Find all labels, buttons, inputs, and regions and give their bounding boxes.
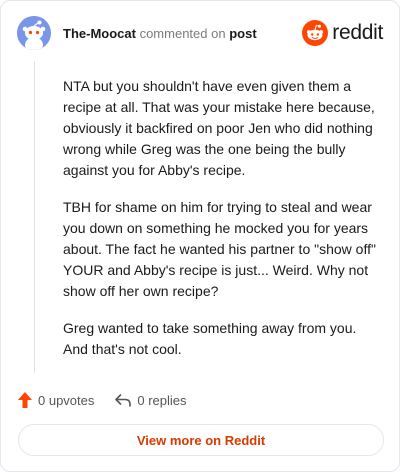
- view-more-button[interactable]: View more on Reddit: [18, 424, 384, 456]
- reply-count: 0 replies: [137, 392, 187, 408]
- reddit-wordmark: reddit: [332, 21, 383, 44]
- reply-button[interactable]: 0 replies: [114, 392, 187, 408]
- author-name[interactable]: The-Moocat: [63, 26, 136, 41]
- upvote-button[interactable]: 0 upvotes: [17, 391, 94, 409]
- comment-actions: 0 upvotes 0 replies: [17, 389, 187, 411]
- comment-paragraph: NTA but you shouldn't have even given th…: [63, 78, 375, 178]
- comment-header: The-Moocat commented on post reddit: [17, 16, 383, 52]
- upvote-arrow-icon: [18, 392, 32, 408]
- embedded-comment-card: The-Moocat commented on post reddit NTA …: [0, 0, 400, 472]
- reddit-snoo-icon: [302, 20, 329, 46]
- byline-verb: commented on: [139, 26, 226, 41]
- comment-byline: The-Moocat commented on post: [63, 26, 257, 41]
- snoo-avatar-icon[interactable]: [17, 16, 51, 50]
- comment-paragraph: TBH for shame on him for trying to steal…: [63, 199, 376, 299]
- thread-line: [34, 61, 35, 373]
- reply-arrow-icon: [115, 394, 132, 407]
- upvote-count: 0 upvotes: [38, 392, 95, 408]
- reddit-logo[interactable]: reddit: [302, 20, 383, 46]
- comment-body: NTA but you shouldn't have even given th…: [63, 76, 381, 376]
- post-link[interactable]: post: [229, 26, 256, 41]
- comment-paragraph: Greg wanted to take something away from …: [63, 320, 357, 357]
